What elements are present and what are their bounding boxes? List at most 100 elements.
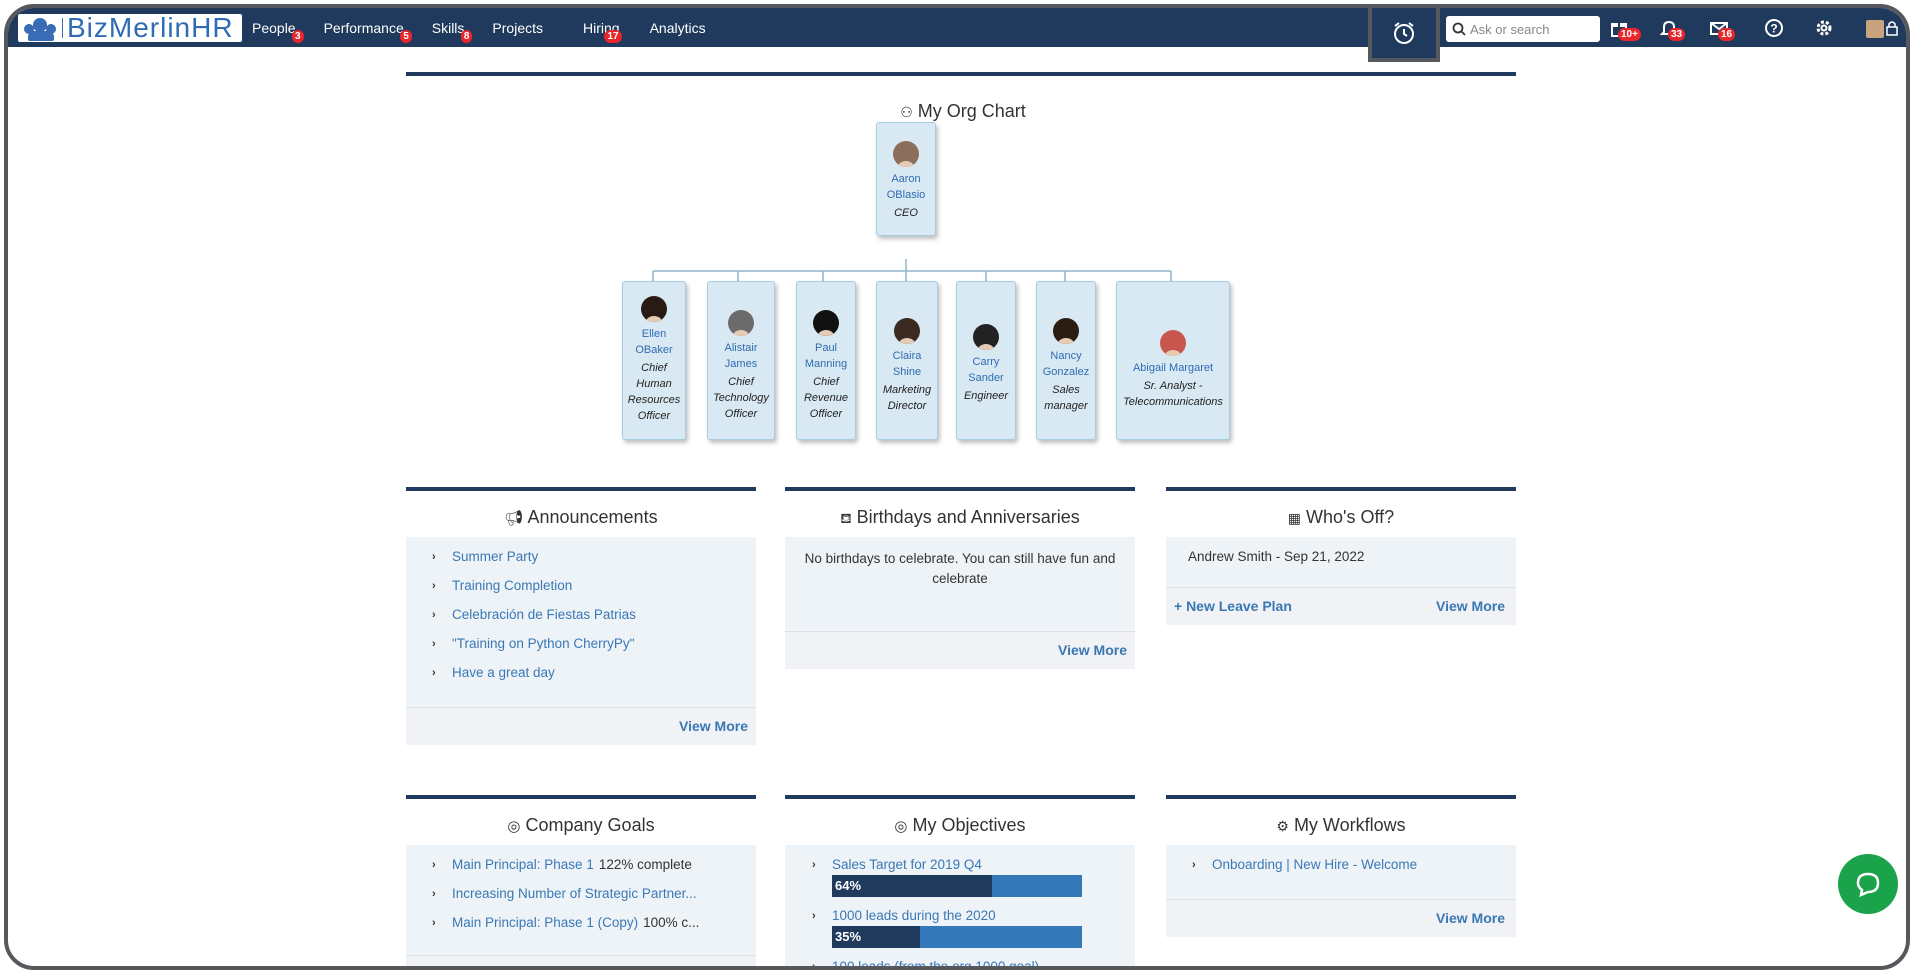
top-navbar: BizMerlinHR People 3 Performance 5 Skill… xyxy=(8,8,1906,62)
objective-progress-fill: 35% xyxy=(832,926,920,948)
view-more-link[interactable]: View More xyxy=(1436,910,1505,926)
nav-label: Performance xyxy=(323,19,404,36)
logo-text: BizMerlinHR xyxy=(67,12,234,43)
nav-analytics[interactable]: Analytics xyxy=(650,20,706,36)
org-role: CEO xyxy=(894,207,918,219)
nav-badge: 3 xyxy=(292,29,304,43)
nav-people[interactable]: People 3 xyxy=(252,20,304,43)
org-name: Abigail Margaret xyxy=(1132,362,1214,374)
lock-icon xyxy=(1886,21,1898,36)
objective-progress-bar: 35% xyxy=(832,926,1082,948)
org-name: Manning xyxy=(804,358,848,370)
user-avatar[interactable] xyxy=(1866,20,1884,38)
company-goals-footer xyxy=(406,955,756,966)
org-role: Human xyxy=(636,378,672,390)
goal-status: 122% complete xyxy=(598,857,692,872)
help-button[interactable]: ? xyxy=(1763,17,1785,39)
announcement-link[interactable]: Have a great day xyxy=(452,665,555,680)
org-card-report[interactable]: Abigail Margaret Sr. Analyst - Telecommu… xyxy=(1116,281,1230,440)
new-leave-plan-link[interactable]: + New Leave Plan xyxy=(1174,598,1292,614)
announcement-link[interactable]: Summer Party xyxy=(452,549,538,564)
goal-link[interactable]: Main Principal: Phase 1 (Copy) xyxy=(452,915,638,930)
view-more-link[interactable]: View More xyxy=(1436,598,1505,614)
goal-item[interactable]: › Main Principal: Phase 1 122% complete xyxy=(432,857,692,872)
lock-button[interactable] xyxy=(1884,17,1900,39)
calendar-icon: ▦ xyxy=(1287,510,1302,526)
gear-icon xyxy=(1816,20,1832,36)
nav-badge: 17 xyxy=(604,29,622,43)
org-card-root[interactable]: Aaron OBlasio CEO xyxy=(876,122,936,236)
org-card-report[interactable]: Ellen OBaker Chief Human Resources Offic… xyxy=(622,281,686,440)
objectives-divider xyxy=(785,795,1135,799)
announcement-link[interactable]: Celebración de Fiestas Patrias xyxy=(452,607,636,622)
objective-item[interactable]: › Sales Target for 2019 Q4 xyxy=(812,857,982,872)
org-name: Gonzalez xyxy=(1042,366,1090,378)
announcements-title: Announcements xyxy=(527,507,658,527)
org-name: Aaron xyxy=(891,173,921,185)
cake-icon: ⛾ xyxy=(840,510,852,526)
settings-button[interactable] xyxy=(1813,17,1835,39)
view-more-link[interactable]: View More xyxy=(1058,642,1127,658)
org-role: Telecommunications xyxy=(1123,396,1223,408)
chevron-right-icon: › xyxy=(1192,858,1196,871)
workflows-body xyxy=(1166,845,1516,899)
announcement-item[interactable]: › "Training on Python CherryPy" xyxy=(432,636,634,651)
avatar xyxy=(894,318,920,344)
announcement-item[interactable]: › Summer Party xyxy=(432,549,538,564)
org-name: Paul xyxy=(814,342,838,354)
org-role: Marketing xyxy=(882,384,932,396)
whos-off-divider xyxy=(1166,487,1516,491)
chevron-right-icon: › xyxy=(812,909,816,922)
announcement-item[interactable]: › Have a great day xyxy=(432,665,555,680)
search-box xyxy=(1446,16,1600,42)
announcement-link[interactable]: "Training on Python CherryPy" xyxy=(452,636,634,651)
workflow-link[interactable]: Onboarding | New Hire - Welcome xyxy=(1212,857,1417,872)
view-more-link[interactable]: View More xyxy=(679,718,748,734)
org-card-report[interactable]: Nancy Gonzalez Sales manager xyxy=(1036,281,1096,440)
org-card-report[interactable]: Alistair James Chief Technology Officer xyxy=(707,281,775,440)
goal-item[interactable]: › Main Principal: Phase 1 (Copy) 100% c.… xyxy=(432,915,699,930)
notifications-button[interactable]: 33 xyxy=(1658,17,1686,41)
goal-item[interactable]: › Increasing Number of Strategic Partner… xyxy=(432,886,697,901)
objective-link[interactable]: Sales Target for 2019 Q4 xyxy=(832,857,982,872)
avatar xyxy=(641,296,667,322)
org-role: Sr. Analyst - xyxy=(1143,380,1203,392)
goal-link[interactable]: Main Principal: Phase 1 xyxy=(452,857,594,872)
company-goals-heading: ◎ Company Goals xyxy=(406,815,756,836)
org-role: Technology xyxy=(713,392,769,404)
org-card-report[interactable]: Claira Shine Marketing Director xyxy=(876,281,938,440)
chevron-right-icon: › xyxy=(432,858,436,871)
org-role: manager xyxy=(1044,400,1088,412)
search-input[interactable] xyxy=(1470,21,1590,37)
chat-button[interactable] xyxy=(1838,854,1898,914)
dashboard-content: ⚇ My Org Chart Aaron OBlasio CEO Ellen O… xyxy=(8,47,1906,970)
org-card-report[interactable]: Carry Sander Engineer xyxy=(956,281,1016,440)
avatar xyxy=(1053,318,1079,344)
main-nav: People 3 Performance 5 Skills 8 Projects… xyxy=(252,8,736,47)
logo[interactable]: BizMerlinHR xyxy=(18,12,242,43)
objective-link[interactable]: 1000 leads during the 2020 xyxy=(832,908,996,923)
org-role: Officer xyxy=(724,408,758,420)
workflow-icon: ⚙︎ xyxy=(1276,818,1289,834)
objective-item[interactable]: › 1000 leads during the 2020 xyxy=(812,908,996,923)
birthdays-message-line: celebrate xyxy=(932,571,988,586)
objective-item[interactable]: › 100 leads (from the org 1000 goal) xyxy=(812,959,1039,970)
org-card-report[interactable]: Paul Manning Chief Revenue Officer xyxy=(796,281,856,440)
nav-skills[interactable]: Skills 8 xyxy=(432,20,473,43)
chevron-right-icon: › xyxy=(812,960,816,970)
gift-button[interactable]: 10+ xyxy=(1608,17,1641,41)
workflow-item[interactable]: › Onboarding | New Hire - Welcome xyxy=(1192,857,1417,872)
org-name: Ellen xyxy=(641,328,667,340)
nav-performance[interactable]: Performance 5 xyxy=(323,19,412,43)
nav-projects[interactable]: Projects xyxy=(492,20,543,36)
messages-button[interactable]: 16 xyxy=(1708,17,1736,41)
org-name: James xyxy=(724,358,758,370)
target-icon: ◎ xyxy=(507,818,521,835)
announcement-item[interactable]: › Celebración de Fiestas Patrias xyxy=(432,607,636,622)
goal-link[interactable]: Increasing Number of Strategic Partner..… xyxy=(452,886,697,901)
nav-hiring[interactable]: Hiring 17 xyxy=(583,20,622,43)
whos-off-heading: ▦ Who's Off? xyxy=(1166,507,1516,528)
objective-link[interactable]: 100 leads (from the org 1000 goal) xyxy=(832,959,1039,966)
announcement-item[interactable]: › Training Completion xyxy=(432,578,572,593)
announcement-link[interactable]: Training Completion xyxy=(452,578,572,593)
